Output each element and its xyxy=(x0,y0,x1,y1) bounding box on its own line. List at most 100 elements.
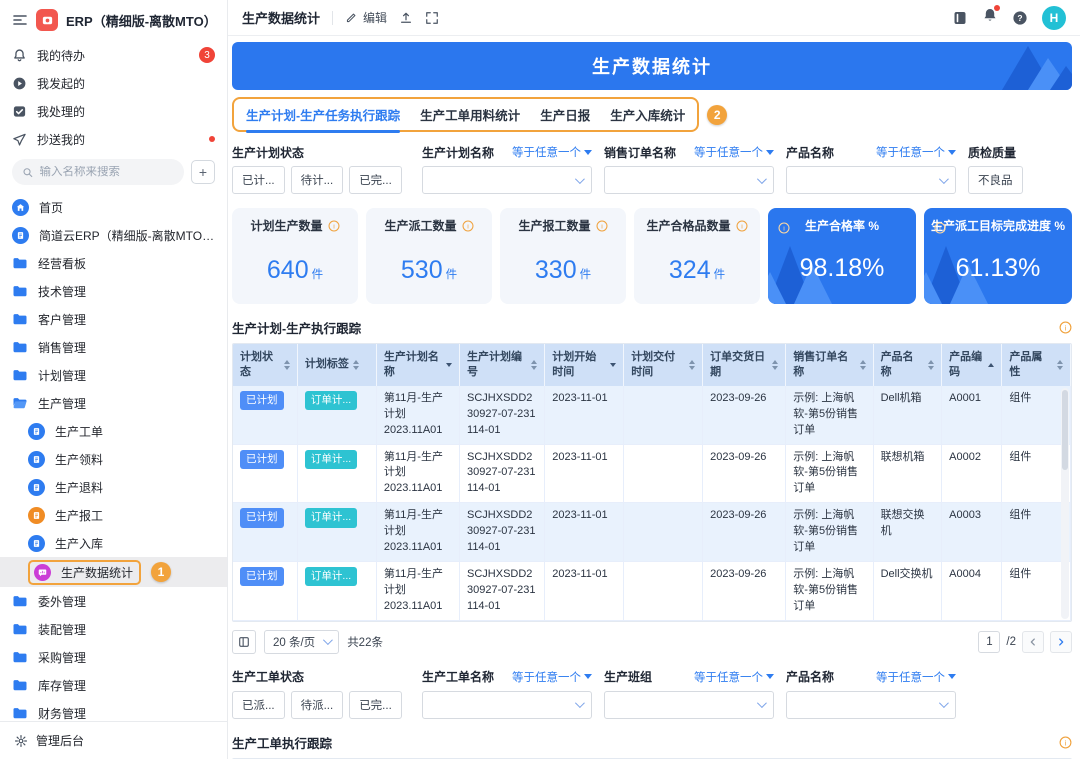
sort-icon xyxy=(689,360,695,370)
column-header[interactable]: 计划状态 xyxy=(233,344,297,386)
stat-card-qualified-qty: 生产合格品数量i 324件 xyxy=(634,208,760,304)
sidebar-folder-production[interactable]: 生产管理 xyxy=(0,389,227,417)
column-header[interactable]: 计划标签 xyxy=(297,344,376,386)
sidebar-item-production-report[interactable]: 生产报工 xyxy=(0,501,227,529)
operator-dropdown[interactable]: 等于任意一个 xyxy=(512,669,592,685)
sidebar-item-production-picking[interactable]: 生产领料 xyxy=(0,445,227,473)
product-name-select[interactable] xyxy=(786,166,956,194)
operator-dropdown[interactable]: 等于任意一个 xyxy=(694,144,774,160)
sidebar-item-erp-doc[interactable]: 简道云ERP（精细版-离散MTO）「... xyxy=(0,221,227,249)
sidebar-folder-purchase[interactable]: 采购管理 xyxy=(0,643,227,671)
journal-icon[interactable] xyxy=(952,10,968,26)
status-filter-button[interactable]: 已派... xyxy=(232,691,285,719)
sidebar-item-label: 采购管理 xyxy=(38,649,215,666)
column-header[interactable]: 生产计划编号 xyxy=(460,344,545,386)
workorder-table-section-header: 生产工单执行跟踪 i xyxy=(232,733,1072,752)
tab-inbound-stats[interactable]: 生产入库统计 xyxy=(610,105,685,124)
info-icon[interactable]: i xyxy=(328,220,340,232)
prev-page-button[interactable] xyxy=(1022,631,1044,653)
folder-open-icon xyxy=(12,395,28,411)
sidebar-search: + xyxy=(0,153,227,193)
quality-filter-button[interactable]: 不良品 xyxy=(968,166,1023,194)
sidebar-item-production-return[interactable]: 生产退料 xyxy=(0,473,227,501)
sidebar-item-todo[interactable]: 我的待办 3 xyxy=(0,41,227,69)
app-window: ERP（精细版-离散MTO） 我的待办 3 我发起的 我处理的 抄送我的 xyxy=(0,0,1080,759)
product-name-select[interactable] xyxy=(786,691,956,719)
operator-dropdown[interactable]: 等于任意一个 xyxy=(876,669,956,685)
search-box[interactable] xyxy=(12,159,184,185)
admin-console-link[interactable]: 管理后台 xyxy=(0,721,227,759)
page-title: 生产数据统计 xyxy=(242,8,320,27)
operator-dropdown[interactable]: 等于任意一个 xyxy=(694,669,774,685)
sales-order-select[interactable] xyxy=(604,166,774,194)
status-badge: 已计划 xyxy=(240,391,284,410)
operator-dropdown[interactable]: 等于任意一个 xyxy=(876,144,956,160)
sidebar-folder-assembly[interactable]: 装配管理 xyxy=(0,615,227,643)
column-header[interactable]: 计划开始时间 xyxy=(545,344,624,386)
status-filter-button[interactable]: 已完... xyxy=(349,691,402,719)
operator-dropdown[interactable]: 等于任意一个 xyxy=(512,144,592,160)
sidebar-folder-customer[interactable]: 客户管理 xyxy=(0,305,227,333)
sidebar-folder-inventory[interactable]: 库存管理 xyxy=(0,671,227,699)
sidebar-item-processed[interactable]: 我处理的 xyxy=(0,97,227,125)
status-filter-button[interactable]: 待计... xyxy=(291,166,344,194)
sidebar-folder-finance[interactable]: 财务管理 xyxy=(0,699,227,721)
tab-workorder-material[interactable]: 生产工单用料统计 xyxy=(420,105,520,124)
column-header[interactable]: 计划交付时间 xyxy=(624,344,703,386)
info-icon[interactable]: i xyxy=(736,220,748,232)
column-header[interactable]: 销售订单名称 xyxy=(786,344,873,386)
current-page-input[interactable]: 1 xyxy=(978,631,1000,653)
fullscreen-icon[interactable] xyxy=(425,11,439,25)
info-icon[interactable]: i xyxy=(596,220,608,232)
sidebar-folder-dashboard[interactable]: 经营看板 xyxy=(0,249,227,277)
scrollbar-thumb[interactable] xyxy=(1062,390,1068,470)
sidebar-item-production-stats[interactable]: 生产数据统计 1 xyxy=(0,557,227,587)
sidebar-item-production-inbound[interactable]: 生产入库 xyxy=(0,529,227,557)
info-icon[interactable]: i xyxy=(778,222,790,234)
folder-icon xyxy=(12,593,28,609)
edit-button[interactable]: 编辑 xyxy=(345,9,387,26)
sidebar-folder-outsourcing[interactable]: 委外管理 xyxy=(0,587,227,615)
column-header[interactable]: 生产计划名称 xyxy=(376,344,459,386)
notifications-button[interactable] xyxy=(982,7,998,28)
annotation-outline-1: 生产数据统计 xyxy=(28,560,141,585)
column-header[interactable]: 产品编码 xyxy=(942,344,1002,386)
tab-daily-report[interactable]: 生产日报 xyxy=(540,105,590,124)
column-header[interactable]: 订单交货日期 xyxy=(703,344,786,386)
sidebar-folder-sales[interactable]: 销售管理 xyxy=(0,333,227,361)
info-icon[interactable]: i xyxy=(462,220,474,232)
document-icon xyxy=(12,227,29,244)
sidebar-folder-plan[interactable]: 计划管理 xyxy=(0,361,227,389)
collapse-menu-icon[interactable] xyxy=(12,12,28,28)
workorder-name-select[interactable] xyxy=(422,691,592,719)
info-icon[interactable]: i xyxy=(1059,736,1072,749)
cell-status: 已计划 xyxy=(233,386,297,444)
sort-icon xyxy=(610,363,616,367)
sidebar-item-home[interactable]: 首页 xyxy=(0,193,227,221)
column-settings-button[interactable] xyxy=(232,630,256,654)
sidebar-item-initiated[interactable]: 我发起的 xyxy=(0,69,227,97)
plan-name-select[interactable] xyxy=(422,166,592,194)
column-header[interactable]: 产品名称 xyxy=(873,344,942,386)
status-filter-button[interactable]: 已完... xyxy=(349,166,402,194)
next-page-button[interactable] xyxy=(1050,631,1072,653)
status-filter-button[interactable]: 已计... xyxy=(232,166,285,194)
info-icon[interactable]: i xyxy=(1059,321,1072,334)
sidebar-item-production-workorder[interactable]: 生产工单 xyxy=(0,417,227,445)
sidebar-item-cc-me[interactable]: 抄送我的 xyxy=(0,125,227,153)
sidebar-folder-tech[interactable]: 技术管理 xyxy=(0,277,227,305)
page-size-select[interactable]: 20 条/页 xyxy=(264,630,339,654)
team-select[interactable] xyxy=(604,691,774,719)
cell-tag: 订单计... xyxy=(297,386,376,444)
share-icon[interactable] xyxy=(399,11,413,25)
help-icon[interactable]: ? xyxy=(1012,10,1028,26)
add-app-button[interactable]: + xyxy=(191,160,215,184)
user-avatar[interactable]: H xyxy=(1042,6,1066,30)
search-input[interactable] xyxy=(40,166,175,178)
sidebar-item-label: 生产报工 xyxy=(55,507,215,524)
status-filter-button[interactable]: 待派... xyxy=(291,691,344,719)
info-icon[interactable]: i xyxy=(934,222,946,234)
column-header[interactable]: 产品属性 xyxy=(1002,344,1071,386)
page-size-value: 20 条/页 xyxy=(273,634,315,650)
tab-plan-task-tracking[interactable]: 生产计划-生产任务执行跟踪 xyxy=(246,105,400,124)
